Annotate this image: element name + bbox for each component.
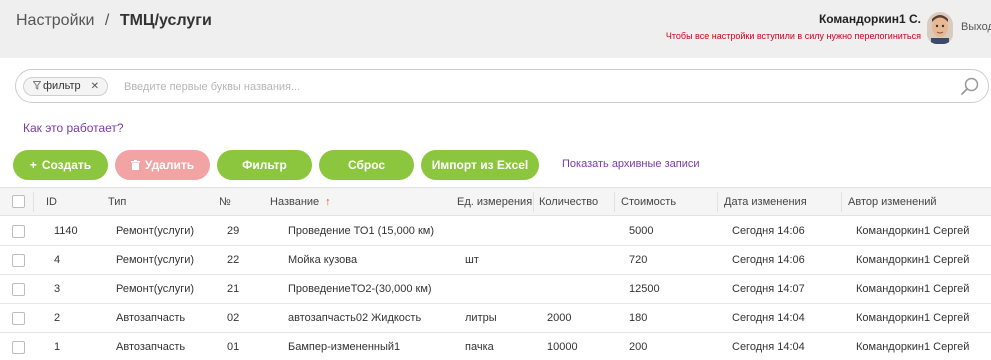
cell-cost: 5000 <box>629 225 654 237</box>
table-row[interactable]: 1 Автозапчасть 01 Бампер-измененный1 пач… <box>0 333 991 360</box>
cell-number: 29 <box>227 225 240 237</box>
cell-type: Ремонт(услуги) <box>116 283 195 295</box>
cell-number: 21 <box>227 283 240 295</box>
cell-changed: Сегодня 14:06 <box>732 225 805 237</box>
page-header: Настройки / ТМЦ/услуги Командоркин1 С. Ч… <box>0 0 991 58</box>
cell-type: Автозапчасть <box>116 312 186 324</box>
cell-author: Командоркин1 Сергей <box>856 283 970 295</box>
row-checkbox[interactable] <box>12 254 25 267</box>
sort-asc-icon: ↑ <box>325 196 331 208</box>
cell-changed: Сегодня 14:04 <box>732 312 805 324</box>
row-checkbox[interactable] <box>12 225 25 238</box>
cell-name: ПроведениеТО2-(30,000 км) <box>288 283 432 295</box>
col-header-unit[interactable]: Ед. измерения <box>457 196 532 208</box>
cell-type: Ремонт(услуги) <box>116 254 195 266</box>
cell-type: Ремонт(услуги) <box>116 225 195 237</box>
cell-changed: Сегодня 14:06 <box>732 254 805 266</box>
column-divider <box>841 192 842 212</box>
cell-unit: литры <box>465 312 497 324</box>
avatar[interactable] <box>927 12 953 44</box>
cell-author: Командоркин1 Сергей <box>856 254 970 266</box>
col-header-quantity[interactable]: Количество <box>539 196 598 208</box>
cell-cost: 720 <box>629 254 648 266</box>
cell-number: 01 <box>227 341 240 353</box>
cell-cost: 180 <box>629 312 648 324</box>
column-divider <box>614 192 615 212</box>
cell-changed: Сегодня 14:04 <box>732 341 805 353</box>
trash-icon <box>130 160 140 170</box>
col-header-author[interactable]: Автор изменений <box>848 196 937 208</box>
delete-button-label: Удалить <box>144 158 195 172</box>
cell-unit: пачка <box>465 341 494 353</box>
cell-name: Бампер-измененный1 <box>288 341 401 353</box>
row-checkbox[interactable] <box>12 312 25 325</box>
breadcrumb: Настройки / ТМЦ/услуги <box>16 12 212 30</box>
cell-name: Проведение ТО1 (15,000 км) <box>288 225 435 237</box>
search-input[interactable] <box>124 78 924 96</box>
cell-name: Мойка кузова <box>288 254 358 266</box>
relogin-warning: Чтобы все настройки вступили в силу нужн… <box>665 31 921 41</box>
create-button-label: Создать <box>41 158 92 172</box>
search-bar: фильтр ✕ <box>15 69 989 103</box>
column-divider <box>533 192 534 212</box>
col-header-number[interactable]: № <box>219 196 231 208</box>
cell-id: 2 <box>54 312 61 324</box>
cell-name: автозапчасть02 Жидкость <box>288 312 422 324</box>
table-row[interactable]: 1140 Ремонт(услуги) 29 Проведение ТО1 (1… <box>0 217 991 246</box>
select-all-checkbox[interactable] <box>12 195 25 208</box>
cell-id: 1 <box>54 341 61 353</box>
col-header-name-label: Название <box>270 196 320 208</box>
column-divider <box>33 192 34 212</box>
delete-button[interactable]: Удалить <box>115 150 210 180</box>
cell-id: 1140 <box>54 225 78 237</box>
filter-button[interactable]: Фильтр <box>217 150 312 180</box>
reset-button[interactable]: Сброс <box>319 150 414 180</box>
col-header-changed[interactable]: Дата изменения <box>724 196 807 208</box>
show-archive-link[interactable]: Показать архивные записи <box>562 158 699 170</box>
breadcrumb-separator: / <box>104 12 110 29</box>
cell-id: 3 <box>54 283 61 295</box>
page-title: ТМЦ/услуги <box>119 12 212 29</box>
help-link[interactable]: Как это работает? <box>23 121 124 135</box>
cell-cost: 200 <box>629 341 648 353</box>
cell-quantity: 10000 <box>547 341 578 353</box>
cell-number: 22 <box>227 254 240 266</box>
cell-number: 02 <box>227 312 240 324</box>
breadcrumb-root[interactable]: Настройки <box>16 12 94 29</box>
search-icon[interactable] <box>960 76 980 96</box>
user-name[interactable]: Командоркин1 С. <box>819 12 921 26</box>
cell-author: Командоркин1 Сергей <box>856 341 970 353</box>
column-divider <box>717 192 718 212</box>
create-button[interactable]: + Создать <box>13 150 108 180</box>
import-excel-button[interactable]: Импорт из Excel <box>421 150 539 180</box>
cell-unit: шт <box>465 254 479 266</box>
filter-chip-label: фильтр <box>43 80 81 92</box>
logout-link[interactable]: Выход <box>961 21 991 33</box>
cell-type: Автозапчасть <box>116 341 186 353</box>
funnel-icon <box>32 81 42 90</box>
col-header-cost[interactable]: Стоимость <box>621 196 676 208</box>
cell-cost: 12500 <box>629 283 660 295</box>
cell-quantity: 2000 <box>547 312 572 324</box>
cell-id: 4 <box>54 254 61 266</box>
plus-icon: + <box>29 158 37 172</box>
table-row[interactable]: 2 Автозапчасть 02 автозапчасть02 Жидкост… <box>0 304 991 333</box>
col-header-id[interactable]: ID <box>46 196 57 208</box>
row-checkbox[interactable] <box>12 283 25 296</box>
cell-changed: Сегодня 14:07 <box>732 283 805 295</box>
table-row[interactable]: 4 Ремонт(услуги) 22 Мойка кузова шт 720 … <box>0 246 991 275</box>
table-row[interactable]: 3 Ремонт(услуги) 21 ПроведениеТО2-(30,00… <box>0 275 991 304</box>
cell-author: Командоркин1 Сергей <box>856 225 970 237</box>
cell-author: Командоркин1 Сергей <box>856 312 970 324</box>
col-header-name[interactable]: Название ↑ <box>270 196 331 208</box>
row-checkbox[interactable] <box>12 341 25 354</box>
col-header-type[interactable]: Тип <box>108 196 126 208</box>
table-header: ID Тип № Название ↑ Ед. измерения Количес… <box>0 187 991 216</box>
close-icon[interactable]: ✕ <box>91 81 99 92</box>
filter-chip[interactable]: фильтр ✕ <box>23 77 109 96</box>
